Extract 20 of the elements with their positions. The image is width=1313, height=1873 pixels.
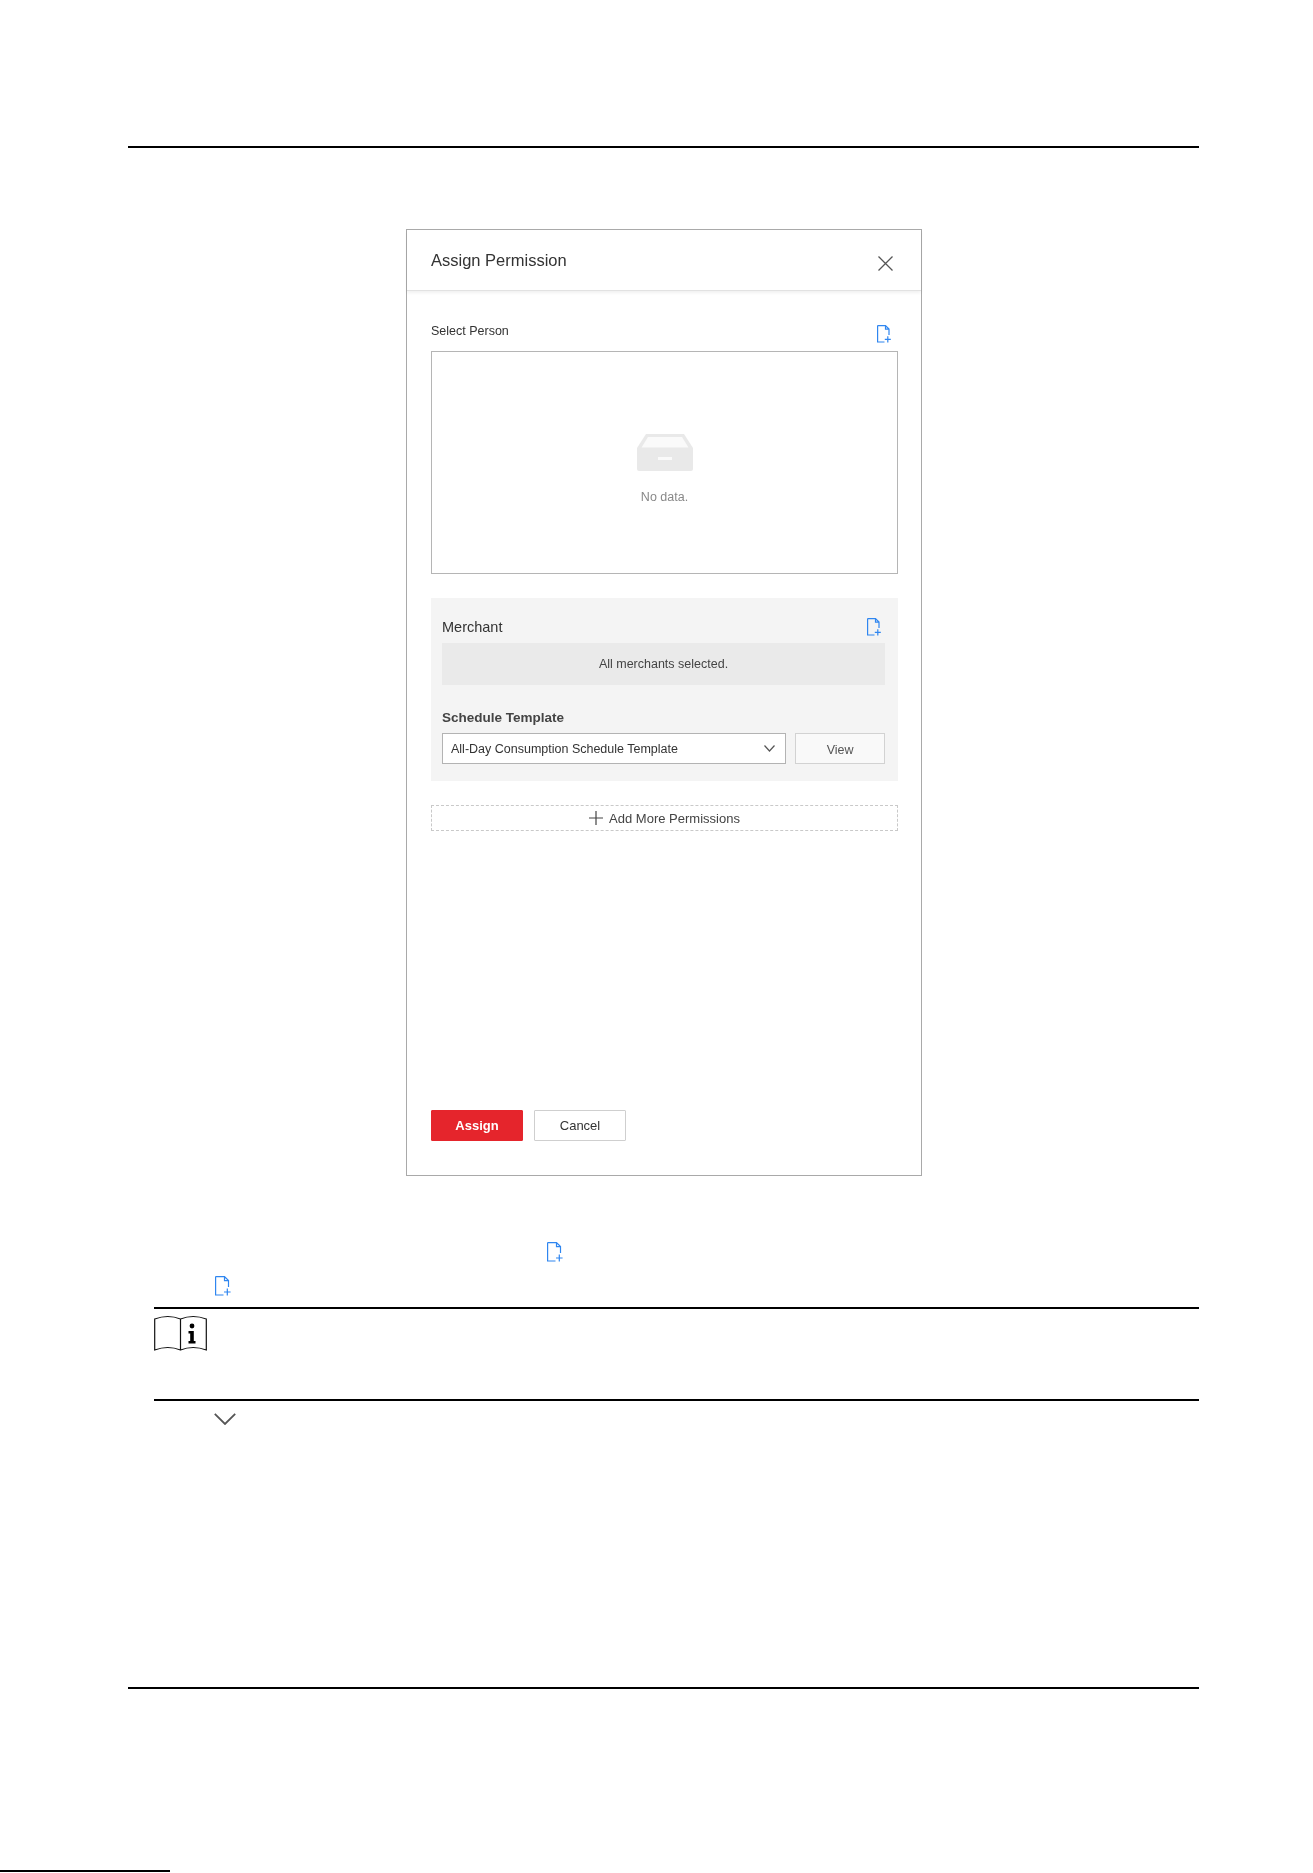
file-plus-icon: [547, 1242, 563, 1262]
select-person-label: Select Person: [431, 323, 509, 340]
dialog-title: Assign Permission: [431, 250, 567, 270]
book-info-icon: [154, 1315, 207, 1352]
close-icon[interactable]: [878, 255, 893, 271]
merchant-label: Merchant: [442, 619, 503, 635]
empty-state-text: No data.: [640, 489, 689, 505]
view-button[interactable]: View: [795, 733, 885, 764]
chevron-down-icon: [214, 1413, 236, 1425]
file-plus-icon[interactable]: [867, 618, 881, 636]
file-plus-icon[interactable]: [877, 325, 891, 343]
cancel-button[interactable]: Cancel: [534, 1110, 626, 1141]
schedule-template-label: Schedule Template: [442, 710, 566, 726]
assign-button[interactable]: Assign: [431, 1110, 523, 1141]
schedule-template-select[interactable]: All-Day Consumption Schedule Template: [442, 733, 787, 764]
merchant-selection-summary: All merchants selected.: [442, 643, 885, 685]
file-plus-icon: [215, 1276, 231, 1296]
plus-icon: [589, 811, 604, 825]
add-more-permissions-button[interactable]: Add More Permissions: [431, 805, 898, 831]
chevron-down-icon: [764, 745, 776, 752]
